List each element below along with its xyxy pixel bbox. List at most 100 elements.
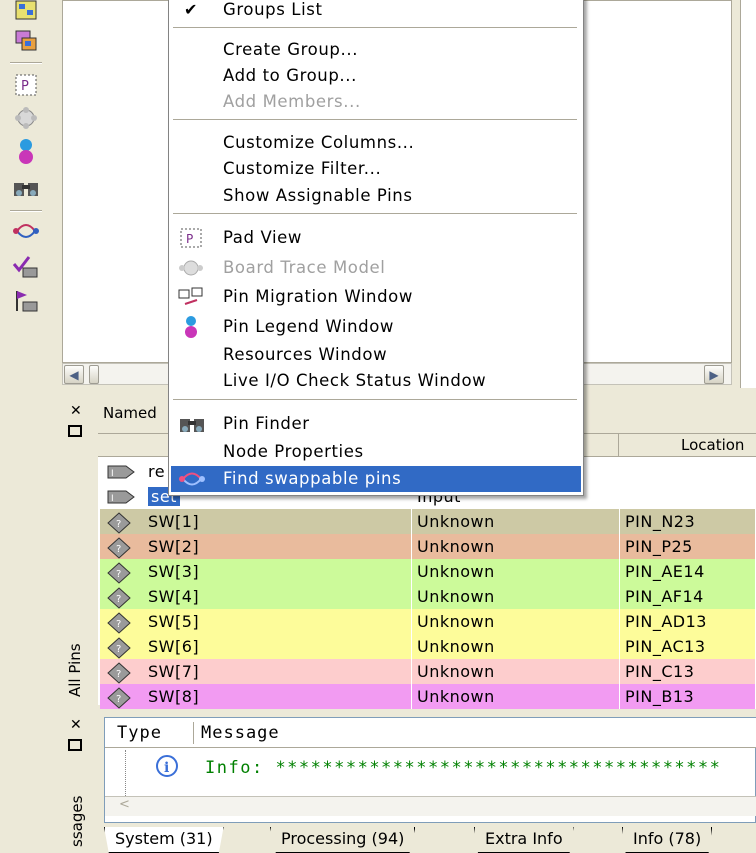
pin-migration-icon	[177, 286, 205, 308]
menu-item-groups-list[interactable]: ✔ Groups List	[171, 0, 581, 23]
table-row[interactable]: ? SW[4] Unknown PIN_AF14	[100, 584, 756, 609]
menu-item-live-io-check[interactable]: Live I/O Check Status Window	[171, 368, 581, 394]
pin-name-cell[interactable]: SW[3]	[148, 559, 412, 584]
menu-item-create-group[interactable]: Create Group...	[171, 37, 581, 63]
messages-side-label[interactable]: ssages	[68, 796, 86, 847]
column-header-message[interactable]: Message	[201, 723, 280, 743]
unknown-pin-icon: ?	[106, 562, 132, 584]
pin-direction-cell[interactable]: Unknown	[412, 634, 620, 659]
pad-view-icon[interactable]: P	[9, 70, 43, 100]
pin-direction-cell[interactable]: Unknown	[412, 509, 620, 534]
pin-location-cell[interactable]: PIN_P25	[620, 534, 756, 559]
right-panel	[740, 0, 756, 388]
pin-location-cell[interactable]: PIN_AF14	[620, 584, 756, 609]
menu-item-customize-columns[interactable]: Customize Columns...	[171, 130, 581, 156]
scroll-right-button[interactable]: ▶	[704, 365, 724, 384]
pin-name-cell[interactable]: SW[4]	[148, 584, 412, 609]
menu-item-pin-legend-window[interactable]: Pin Legend Window	[171, 314, 581, 340]
table-row[interactable]: ? SW[2] Unknown PIN_P25	[100, 534, 756, 559]
close-icon[interactable]: ✕	[70, 717, 82, 733]
pin-direction-cell[interactable]: Unknown	[412, 584, 620, 609]
pin-name-cell[interactable]: SW[5]	[148, 609, 412, 634]
table-row[interactable]: ? SW[5] Unknown PIN_AD13	[100, 609, 756, 634]
binoculars-icon[interactable]	[9, 172, 43, 202]
pin-direction-cell[interactable]: Unknown	[412, 609, 620, 634]
pin-direction-cell[interactable]: Unknown	[412, 659, 620, 684]
pin-name: SW[7]	[148, 662, 200, 681]
tab-processing[interactable]: Processing (94)	[270, 827, 416, 853]
svg-text:?: ?	[116, 619, 122, 630]
messages-list[interactable]: Type Message i Info: *******************…	[104, 717, 756, 823]
table-row[interactable]: ? SW[1] Unknown PIN_N23	[100, 509, 756, 534]
flag-pin-icon[interactable]	[9, 286, 43, 316]
menu-item-add-to-group[interactable]: Add to Group...	[171, 63, 581, 89]
menu-item-pad-view[interactable]: P Pad View	[171, 225, 581, 251]
menu-item-customize-filter[interactable]: Customize Filter...	[171, 156, 581, 182]
menu-item-node-properties[interactable]: Node Properties	[171, 439, 581, 465]
pin-location-cell[interactable]	[620, 484, 756, 509]
pin-location-cell[interactable]: PIN_AD13	[620, 609, 756, 634]
toolbar-separator	[10, 210, 42, 212]
pin-direction-cell[interactable]: Unknown	[412, 534, 620, 559]
pin-location-cell[interactable]: PIN_AC13	[620, 634, 756, 659]
scroll-left-button[interactable]: ◀	[64, 365, 84, 384]
pin-name-cell[interactable]: SW[7]	[148, 659, 412, 684]
scroll-thumb[interactable]	[89, 365, 99, 384]
binoculars-icon	[177, 413, 205, 435]
menu-item-add-members: Add Members...	[223, 92, 361, 111]
pin-direction-cell[interactable]: Unknown	[412, 684, 620, 709]
messages-horizontal-scrollbar[interactable]: <	[105, 796, 756, 816]
menu-separator	[173, 399, 577, 401]
column-header-type[interactable]: Type	[117, 723, 162, 743]
table-row[interactable]: ? SW[8] Unknown PIN_B13	[100, 684, 756, 709]
swap-pins-icon[interactable]	[9, 216, 43, 246]
unknown-pin-icon: ?	[106, 587, 132, 609]
float-window-icon[interactable]	[68, 425, 82, 437]
pin-location-cell[interactable]: PIN_B13	[620, 684, 756, 709]
menu-item-find-swappable-pins[interactable]: Find swappable pins	[171, 466, 581, 492]
pin-location-cell[interactable]: PIN_N23	[620, 509, 756, 534]
pin-name-cell[interactable]: SW[6]	[148, 634, 412, 659]
pin-planner-icon[interactable]	[9, 0, 43, 26]
pin-location-cell[interactable]	[620, 459, 756, 484]
unknown-pin-icon: ?	[106, 512, 132, 534]
tab-extra-info[interactable]: Extra Info	[474, 827, 574, 853]
table-row[interactable]: ? SW[7] Unknown PIN_C13	[100, 659, 756, 684]
pin-legend-icon[interactable]	[9, 137, 43, 167]
pin-name: SW[1]	[148, 512, 200, 531]
pin-name: SW[4]	[148, 587, 200, 606]
package-view-icon[interactable]	[9, 26, 43, 56]
pad-view-icon: P	[177, 227, 205, 249]
messages-window-gutter: ✕ ssages	[56, 711, 96, 847]
all-pins-side-label[interactable]: All Pins	[66, 643, 84, 697]
menu-item-show-assignable-pins[interactable]: Show Assignable Pins	[171, 183, 581, 209]
column-header-location[interactable]: Location	[618, 434, 744, 456]
unknown-pin-icon: ?	[106, 662, 132, 684]
pin-name-cell[interactable]: SW[8]	[148, 684, 412, 709]
table-row[interactable]: ? SW[3] Unknown PIN_AE14	[100, 559, 756, 584]
menu-item-resources-window[interactable]: Resources Window	[171, 342, 581, 368]
pin-direction-cell[interactable]: Unknown	[412, 559, 620, 584]
swap-pins-icon	[177, 468, 205, 490]
menu-separator	[173, 27, 577, 29]
table-row[interactable]: ? SW[6] Unknown PIN_AC13	[100, 634, 756, 659]
pin-location-cell[interactable]: PIN_AE14	[620, 559, 756, 584]
menu-item-pin-migration-window[interactable]: Pin Migration Window	[171, 284, 581, 310]
close-icon[interactable]: ✕	[70, 403, 82, 419]
float-window-icon[interactable]	[68, 739, 82, 751]
unknown-pin-icon: ?	[106, 537, 132, 559]
pin-location-cell[interactable]: PIN_C13	[620, 659, 756, 684]
pin-name-cell[interactable]: SW[1]	[148, 509, 412, 534]
tab-system[interactable]: System (31)	[104, 827, 224, 853]
svg-text:I: I	[111, 494, 114, 504]
board-trace-icon[interactable]	[9, 103, 43, 133]
svg-text:?: ?	[116, 519, 122, 530]
menu-item-pin-finder[interactable]: Pin Finder	[171, 411, 581, 437]
svg-text:P: P	[21, 79, 29, 94]
left-toolbar: P	[0, 0, 56, 847]
all-pins-window-gutter: ✕ All Pins	[56, 395, 96, 705]
check-pin-icon[interactable]	[9, 252, 43, 282]
context-menu: ✔ Groups List Create Group... Add to Gro…	[168, 0, 584, 496]
pin-name-cell[interactable]: SW[2]	[148, 534, 412, 559]
tab-info[interactable]: Info (78)	[622, 827, 713, 853]
